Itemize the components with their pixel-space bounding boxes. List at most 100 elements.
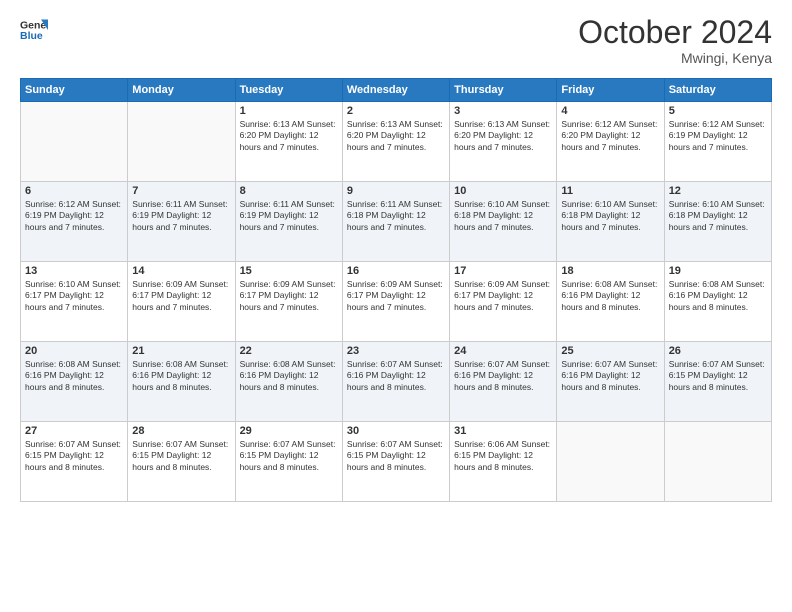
table-row: 24Sunrise: 6:07 AM Sunset: 6:16 PM Dayli… — [450, 342, 557, 422]
table-row — [664, 422, 771, 502]
table-row: 25 Sunrise: 6:07 AM Sunset: 6:16 PM Dayli… — [557, 342, 664, 422]
day-number: 6 — [25, 185, 123, 197]
day-info: Sunrise: 6:08 AM Sunset: 6:16 PM Dayligh… — [669, 279, 767, 313]
table-row: 7 Sunrise: 6:11 AM Sunset: 6:19 PM Daylig… — [128, 182, 235, 262]
day-number: 10 — [454, 185, 552, 197]
day-number: 22 — [240, 345, 338, 357]
header-wednesday: Wednesday — [342, 79, 449, 102]
calendar-page: General Blue October 2024 Mwingi, Kenya … — [0, 0, 792, 612]
day-info: Sunrise: 6:10 AM Sunset: 6:17 PM Dayligh… — [25, 279, 123, 313]
day-number: 12 — [669, 185, 767, 197]
day-info: Sunrise: 6:07 AM Sunset: 6:15 PM Dayligh… — [669, 359, 767, 393]
day-info: Sunrise: 6:08 AM Sunset: 6:16 PM Dayligh… — [240, 359, 338, 393]
day-info: Sunrise: 6:07 AM Sunset: 6:15 PM Dayligh… — [25, 439, 123, 473]
table-row: 9 Sunrise: 6:11 AM Sunset: 6:18 PM Daylig… — [342, 182, 449, 262]
table-row — [128, 102, 235, 182]
header-friday: Friday — [557, 79, 664, 102]
day-number: 26 — [669, 345, 767, 357]
day-number: 4 — [561, 105, 659, 117]
table-row: 29Sunrise: 6:07 AM Sunset: 6:15 PM Dayli… — [235, 422, 342, 502]
day-info: Sunrise: 6:13 AM Sunset: 6:20 PM Dayligh… — [347, 119, 445, 153]
table-row: 23Sunrise: 6:07 AM Sunset: 6:16 PM Dayli… — [342, 342, 449, 422]
table-row: 12 Sunrise: 6:10 AM Sunset: 6:18 PM Dayli… — [664, 182, 771, 262]
day-info: Sunrise: 6:08 AM Sunset: 6:16 PM Dayligh… — [561, 279, 659, 313]
logo-icon: General Blue — [20, 16, 48, 44]
table-row: 1 Sunrise: 6:13 AM Sunset: 6:20 PM Daylig… — [235, 102, 342, 182]
table-row: 4 Sunrise: 6:12 AM Sunset: 6:20 PM Daylig… — [557, 102, 664, 182]
table-row: 19 Sunrise: 6:08 AM Sunset: 6:16 PM Dayli… — [664, 262, 771, 342]
day-info: Sunrise: 6:13 AM Sunset: 6:20 PM Dayligh… — [454, 119, 552, 153]
table-row: 8 Sunrise: 6:11 AM Sunset: 6:19 PM Daylig… — [235, 182, 342, 262]
day-info: Sunrise: 6:07 AM Sunset: 6:15 PM Dayligh… — [132, 439, 230, 473]
table-row — [21, 102, 128, 182]
day-number: 21 — [132, 345, 230, 357]
table-row: 26 Sunrise: 6:07 AM Sunset: 6:15 PM Dayli… — [664, 342, 771, 422]
table-row: 10Sunrise: 6:10 AM Sunset: 6:18 PM Dayli… — [450, 182, 557, 262]
day-number: 18 — [561, 265, 659, 277]
day-number: 3 — [454, 105, 552, 117]
day-number: 19 — [669, 265, 767, 277]
day-info: Sunrise: 6:07 AM Sunset: 6:16 PM Dayligh… — [561, 359, 659, 393]
table-row — [557, 422, 664, 502]
day-info: Sunrise: 6:09 AM Sunset: 6:17 PM Dayligh… — [240, 279, 338, 313]
table-row: 6Sunrise: 6:12 AM Sunset: 6:19 PM Daylig… — [21, 182, 128, 262]
day-number: 17 — [454, 265, 552, 277]
table-row: 22 Sunrise: 6:08 AM Sunset: 6:16 PM Dayli… — [235, 342, 342, 422]
day-info: Sunrise: 6:10 AM Sunset: 6:18 PM Dayligh… — [669, 199, 767, 233]
day-number: 13 — [25, 265, 123, 277]
day-info: Sunrise: 6:10 AM Sunset: 6:18 PM Dayligh… — [561, 199, 659, 233]
day-number: 31 — [454, 425, 552, 437]
day-number: 20 — [25, 345, 123, 357]
day-number: 30 — [347, 425, 445, 437]
day-info: Sunrise: 6:06 AM Sunset: 6:15 PM Dayligh… — [454, 439, 552, 473]
day-number: 14 — [132, 265, 230, 277]
day-info: Sunrise: 6:09 AM Sunset: 6:17 PM Dayligh… — [454, 279, 552, 313]
day-number: 25 — [561, 345, 659, 357]
day-info: Sunrise: 6:09 AM Sunset: 6:17 PM Dayligh… — [132, 279, 230, 313]
day-number: 1 — [240, 105, 338, 117]
day-info: Sunrise: 6:11 AM Sunset: 6:19 PM Dayligh… — [132, 199, 230, 233]
table-row: 30Sunrise: 6:07 AM Sunset: 6:15 PM Dayli… — [342, 422, 449, 502]
calendar-week-row: 27 Sunrise: 6:07 AM Sunset: 6:15 PM Dayli… — [21, 422, 772, 502]
header-monday: Monday — [128, 79, 235, 102]
weekday-header-row: Sunday Monday Tuesday Wednesday Thursday… — [21, 79, 772, 102]
calendar-week-row: 1 Sunrise: 6:13 AM Sunset: 6:20 PM Daylig… — [21, 102, 772, 182]
day-number: 7 — [132, 185, 230, 197]
table-row: 17 Sunrise: 6:09 AM Sunset: 6:17 PM Dayli… — [450, 262, 557, 342]
table-row: 20 Sunrise: 6:08 AM Sunset: 6:16 PM Dayli… — [21, 342, 128, 422]
header-sunday: Sunday — [21, 79, 128, 102]
day-info: Sunrise: 6:08 AM Sunset: 6:16 PM Dayligh… — [25, 359, 123, 393]
location: Mwingi, Kenya — [578, 50, 772, 66]
day-number: 2 — [347, 105, 445, 117]
day-info: Sunrise: 6:08 AM Sunset: 6:16 PM Dayligh… — [132, 359, 230, 393]
day-number: 28 — [132, 425, 230, 437]
day-info: Sunrise: 6:11 AM Sunset: 6:18 PM Dayligh… — [347, 199, 445, 233]
table-row: 27 Sunrise: 6:07 AM Sunset: 6:15 PM Dayli… — [21, 422, 128, 502]
table-row: 31 Sunrise: 6:06 AM Sunset: 6:15 PM Dayli… — [450, 422, 557, 502]
day-info: Sunrise: 6:09 AM Sunset: 6:17 PM Dayligh… — [347, 279, 445, 313]
month-title: October 2024 — [578, 16, 772, 48]
table-row: 16 Sunrise: 6:09 AM Sunset: 6:17 PM Dayli… — [342, 262, 449, 342]
day-number: 9 — [347, 185, 445, 197]
day-number: 5 — [669, 105, 767, 117]
day-info: Sunrise: 6:07 AM Sunset: 6:16 PM Dayligh… — [347, 359, 445, 393]
header-tuesday: Tuesday — [235, 79, 342, 102]
day-number: 16 — [347, 265, 445, 277]
table-row: 15 Sunrise: 6:09 AM Sunset: 6:17 PM Dayli… — [235, 262, 342, 342]
day-number: 8 — [240, 185, 338, 197]
svg-text:Blue: Blue — [20, 30, 43, 42]
table-row: 14 Sunrise: 6:09 AM Sunset: 6:17 PM Dayli… — [128, 262, 235, 342]
day-number: 15 — [240, 265, 338, 277]
calendar-table: Sunday Monday Tuesday Wednesday Thursday… — [20, 78, 772, 502]
title-area: October 2024 Mwingi, Kenya — [578, 16, 772, 66]
table-row: 21 Sunrise: 6:08 AM Sunset: 6:16 PM Dayli… — [128, 342, 235, 422]
day-info: Sunrise: 6:12 AM Sunset: 6:20 PM Dayligh… — [561, 119, 659, 153]
day-info: Sunrise: 6:07 AM Sunset: 6:16 PM Dayligh… — [454, 359, 552, 393]
table-row: 13 Sunrise: 6:10 AM Sunset: 6:17 PM Dayli… — [21, 262, 128, 342]
day-info: Sunrise: 6:11 AM Sunset: 6:19 PM Dayligh… — [240, 199, 338, 233]
table-row: 28 Sunrise: 6:07 AM Sunset: 6:15 PM Dayli… — [128, 422, 235, 502]
calendar-week-row: 20 Sunrise: 6:08 AM Sunset: 6:16 PM Dayli… — [21, 342, 772, 422]
day-number: 27 — [25, 425, 123, 437]
day-info: Sunrise: 6:13 AM Sunset: 6:20 PM Dayligh… — [240, 119, 338, 153]
table-row: 3 Sunrise: 6:13 AM Sunset: 6:20 PM Daylig… — [450, 102, 557, 182]
